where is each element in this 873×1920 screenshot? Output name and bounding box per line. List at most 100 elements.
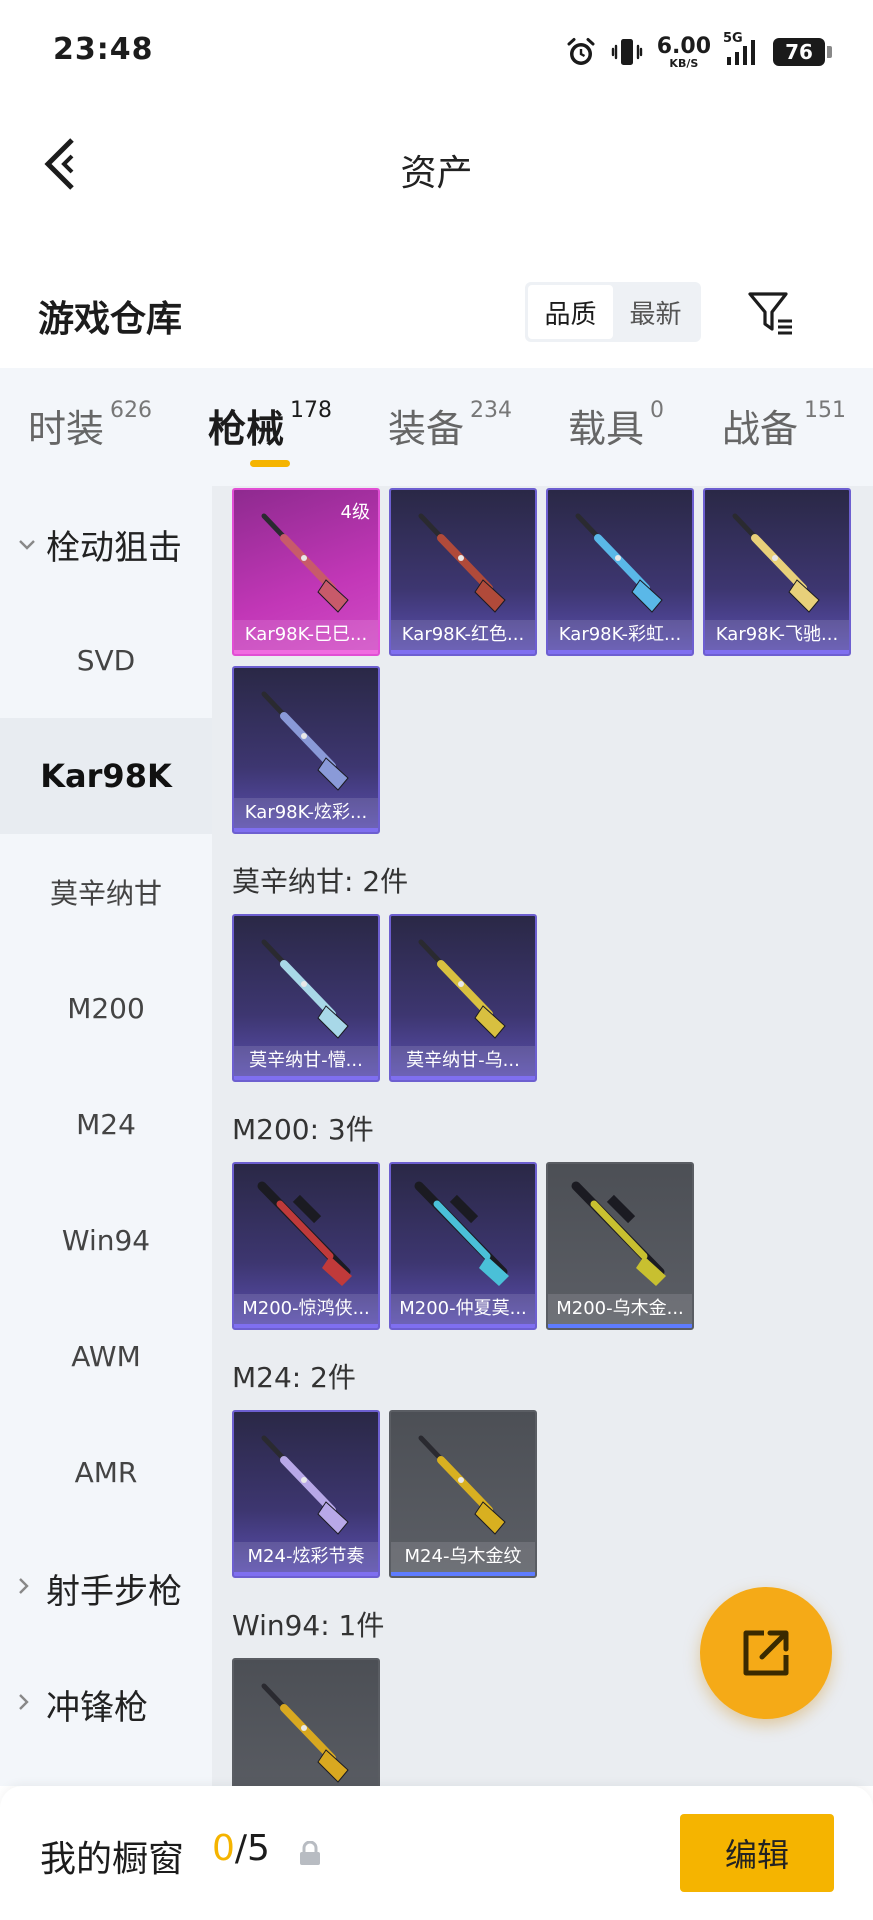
status-bar: 23:48 6.00 KB/S 5G 76 (0, 0, 873, 104)
sort-option-newest[interactable]: 最新 (613, 285, 698, 339)
skin-card[interactable]: Kar98K-彩虹... (546, 488, 694, 656)
sort-segmented-control: 品质 最新 (525, 282, 701, 342)
rarity-stripe (391, 1324, 535, 1328)
section-title: M24: 2件 (232, 1361, 356, 1394)
tab-label: 装备 (388, 407, 465, 451)
skin-name: M24-炫彩节奏 (234, 1542, 378, 1572)
showcase-count-separator: / (234, 1828, 248, 1869)
rifle-skin-image (418, 1435, 506, 1535)
lock-icon[interactable] (298, 1841, 322, 1867)
skin-name: M200-乌木金... (548, 1294, 692, 1324)
chevron-right-icon (18, 1692, 36, 1717)
page-title: 资产 (400, 153, 473, 194)
skin-card[interactable]: Kar98K-炫彩... (232, 666, 380, 834)
rifle-skin-image (261, 1435, 349, 1535)
skin-card[interactable]: M200-仲夏莫... (389, 1162, 537, 1330)
nav-bar: 资产 (0, 104, 873, 224)
tab-label: 时装 (28, 407, 105, 451)
rarity-stripe (391, 1076, 535, 1080)
showcase-label: 我的橱窗 (40, 1839, 185, 1880)
warehouse-header: 游戏仓库 品质 最新 (0, 270, 873, 360)
rifle-skin-image (418, 939, 506, 1039)
rarity-stripe (234, 1572, 378, 1576)
rarity-stripe (548, 1324, 692, 1328)
skin-card[interactable]: M200-乌木金... (546, 1162, 694, 1330)
sniper-skin-image (414, 1181, 509, 1286)
skin-name: Kar98K-巳巳... (234, 620, 378, 650)
warehouse-title: 游戏仓库 (38, 299, 183, 340)
share-external-icon (743, 1630, 789, 1676)
sidebar-group-smg[interactable]: 冲锋枪 (0, 1646, 212, 1762)
sidebar-item-m24[interactable]: M24 (0, 1066, 212, 1182)
sidebar-item-m200[interactable]: M200 (0, 950, 212, 1066)
skin-name: 莫辛纳甘-乌... (391, 1046, 535, 1076)
signal-label: 5G (723, 31, 743, 46)
rarity-stripe (705, 650, 849, 654)
tab-fashion[interactable]: 时装 626 (28, 398, 152, 453)
share-fab-button[interactable] (700, 1587, 832, 1719)
sniper-skin-image (257, 1181, 352, 1286)
skin-card[interactable] (232, 1658, 380, 1786)
vibrate-icon (611, 39, 642, 65)
showcase-count-current: 0 (212, 1828, 235, 1869)
skin-name: Kar98K-彩虹... (548, 620, 692, 650)
sidebar-item-amr[interactable]: AMR (0, 1414, 212, 1530)
skin-card[interactable]: 莫辛纳甘-乌... (389, 914, 537, 1082)
rifle-skin-image (418, 513, 506, 613)
sort-option-quality[interactable]: 品质 (528, 285, 613, 339)
sidebar-item-win94[interactable]: Win94 (0, 1182, 212, 1298)
skin-name: Kar98K-炫彩... (234, 798, 378, 828)
alarm-icon (567, 38, 595, 65)
rifle-skin-image (732, 513, 820, 613)
rarity-stripe (234, 1324, 378, 1328)
skin-card[interactable]: M200-惊鸿侠... (232, 1162, 380, 1330)
sidebar-item-awm[interactable]: AWM (0, 1298, 212, 1414)
tab-count: 626 (110, 398, 153, 423)
sidebar-item-kar98k[interactable]: Kar98K (0, 718, 212, 834)
net-speed-value: 6.00 (656, 33, 711, 59)
sidebar-item-mosin[interactable]: 莫辛纳甘 (0, 834, 212, 950)
sidebar-group-label: 射手步枪 (46, 1571, 182, 1612)
tab-label: 战备 (722, 407, 799, 451)
skin-card[interactable]: Kar98K-红色... (389, 488, 537, 656)
edit-button[interactable]: 编辑 (680, 1814, 834, 1892)
skin-name: M200-仲夏莫... (391, 1294, 535, 1324)
skin-card[interactable]: M24-炫彩节奏 (232, 1410, 380, 1578)
status-time: 23:48 (53, 32, 154, 67)
battery-icon: 76 (773, 38, 832, 66)
sidebar-group-bolt-action[interactable]: 栓动狙击 (0, 486, 212, 602)
skin-name: M200-惊鸿侠... (234, 1294, 378, 1324)
tab-equipment[interactable]: 装备 234 (388, 398, 512, 453)
rifle-skin-image (261, 939, 349, 1039)
tab-count: 151 (804, 398, 847, 423)
tab-supplies[interactable]: 战备 151 (722, 398, 846, 453)
skin-card[interactable]: 4级 Kar98K-巳巳... (232, 488, 380, 656)
sidebar-item-svd[interactable]: SVD (0, 602, 212, 718)
sniper-skin-image (571, 1181, 666, 1286)
battery-level: 76 (785, 40, 813, 64)
rarity-stripe (391, 1572, 535, 1576)
tab-count: 0 (650, 398, 665, 423)
tab-count: 234 (470, 398, 513, 423)
tab-vehicles[interactable]: 载具 0 (568, 398, 664, 453)
tab-guns[interactable]: 枪械 178 (208, 398, 332, 453)
level-tag: 4级 (340, 502, 370, 523)
skin-name: Kar98K-红色... (391, 620, 535, 650)
rarity-stripe (548, 650, 692, 654)
rarity-stripe (234, 650, 378, 654)
section-title: 莫辛纳甘: 2件 (232, 865, 409, 898)
tab-label: 载具 (568, 407, 645, 451)
skin-card[interactable]: M24-乌木金纹 (389, 1410, 537, 1578)
skin-card[interactable]: 莫辛纳甘-懵... (232, 914, 380, 1082)
sidebar-group-label: 栓动狙击 (46, 527, 182, 568)
chevron-down-icon (18, 532, 36, 557)
skin-card[interactable]: Kar98K-飞驰... (703, 488, 851, 656)
active-tab-indicator (250, 460, 290, 467)
filter-button[interactable] (742, 285, 800, 343)
sidebar-group-marksman[interactable]: 射手步枪 (0, 1530, 212, 1646)
showcase-bar: 我的橱窗 0/5 编辑 (0, 1786, 873, 1920)
rarity-stripe (234, 828, 378, 832)
showcase-count-total: 5 (247, 1828, 270, 1869)
tab-label: 枪械 (208, 407, 285, 451)
rarity-stripe (234, 1076, 378, 1080)
